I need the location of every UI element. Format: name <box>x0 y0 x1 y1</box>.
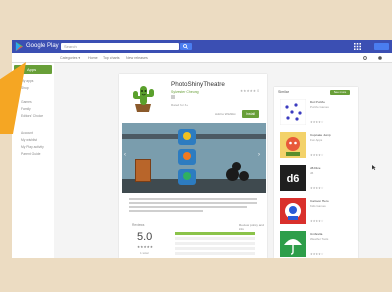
nav-top-charts[interactable]: Top charts <box>103 55 120 61</box>
cactus-app-icon <box>133 86 154 112</box>
similar-heading: Similar <box>278 90 289 94</box>
similar-app-item[interactable]: d6 d6 Dice d6 ★★★★☆ <box>280 165 354 195</box>
similar-app-item[interactable]: Cartoon Hero Kids Games ★★★★☆ <box>280 198 354 228</box>
reviews-heading: Reviews <box>132 223 145 227</box>
similar-app-developer: Fun Apps <box>310 138 323 142</box>
sidebar-item-wishlist[interactable]: My wishlist <box>21 138 37 142</box>
help-icon[interactable] <box>378 56 382 60</box>
screenshot-tile-dot <box>183 152 191 160</box>
add-to-wishlist-button[interactable]: Add to Wishlist <box>215 111 237 118</box>
settings-gear-icon[interactable] <box>363 56 367 60</box>
app-star-rating: ★★★★★ 0 <box>240 89 260 93</box>
screenshot-bomb <box>232 162 241 171</box>
cartoon-hero-icon <box>280 198 306 224</box>
screenshot-tile-dot <box>183 172 191 180</box>
similar-app-item[interactable]: Umbrella Weather Tools ★★★★☆ <box>280 231 354 258</box>
similar-apps-panel: Similar See more Dot Puzzle Puzzle Games… <box>274 87 358 258</box>
screenshot-tile-dot <box>183 132 191 140</box>
similar-app-name: Umbrella <box>310 232 323 236</box>
similar-app-developer: d6 <box>310 171 314 175</box>
rating-score: 5.0 <box>137 231 153 243</box>
browser-screen: Google Play Search Categories ▾ Home Top… <box>12 40 392 258</box>
search-button[interactable] <box>180 43 192 50</box>
category-bar: Categories ▾ Home Top charts New release… <box>12 53 392 63</box>
see-more-button[interactable]: See more <box>330 90 350 95</box>
apps-grid-icon[interactable] <box>354 43 361 50</box>
sidebar-item-parent-guide[interactable]: Parent Guide <box>21 152 40 156</box>
similar-app-developer: Puzzle Games <box>310 105 329 109</box>
umbrella-icon <box>280 231 306 257</box>
search-icon <box>183 44 188 49</box>
description-line <box>129 202 257 204</box>
similar-app-stars: ★★★★☆ <box>310 120 324 124</box>
app-developer-link[interactable]: Sylvester Cheung <box>171 90 199 94</box>
similar-app-developer: Kids Games <box>310 204 326 208</box>
similar-app-name: Cartoon Hero <box>310 199 329 203</box>
character-game-icon <box>280 132 306 158</box>
screenshot-crate <box>135 159 151 182</box>
sidebar-item-play-activity[interactable]: My Play activity <box>21 145 44 149</box>
description-line <box>129 198 257 200</box>
screenshot-bomb <box>239 171 249 181</box>
screenshot-next-icon[interactable]: › <box>258 152 260 158</box>
screenshot-tile <box>178 149 196 165</box>
top-bar: Google Play Search <box>12 40 392 53</box>
similar-app-stars: ★★★★☆ <box>310 153 324 157</box>
sidebar-item-shop[interactable]: Shop <box>21 86 29 90</box>
screenshot-tile <box>178 129 196 145</box>
app-screenshot[interactable]: ‹ › <box>122 123 266 193</box>
mouse-cursor-icon <box>372 165 376 170</box>
similar-app-stars: ★★★★☆ <box>310 186 324 190</box>
similar-app-item[interactable]: Dot Puzzle Puzzle Games ★★★★☆ <box>280 99 354 129</box>
similar-app-name: Cupcake Jump <box>310 133 331 137</box>
description-line <box>129 206 247 208</box>
similar-app-name: d6 Dice <box>310 166 321 170</box>
similar-app-stars: ★★★★☆ <box>310 252 324 256</box>
description-line <box>129 210 203 212</box>
categories-dropdown[interactable]: Categories ▾ <box>60 55 80 61</box>
svg-text:d6: d6 <box>287 173 300 185</box>
review-policy-link[interactable]: Review policy and info <box>239 223 267 231</box>
rating-stars: ★★★★★ <box>137 245 154 249</box>
rating-bar-track <box>175 247 255 250</box>
sidebar-item-account[interactable]: Account <box>21 131 33 135</box>
rating-count: 1 total <box>140 251 149 255</box>
search-input[interactable]: Search <box>61 43 179 50</box>
rating-bar-track <box>175 242 255 245</box>
sidebar-item-apps-label: Apps <box>27 67 37 72</box>
nav-new-releases[interactable]: New releases <box>126 55 148 61</box>
dots-puzzle-icon <box>280 99 306 125</box>
install-button[interactable]: Install <box>242 110 259 118</box>
google-play-brand[interactable]: Google Play <box>26 42 59 51</box>
screenshot-prev-icon[interactable]: ‹ <box>124 152 126 158</box>
rating-bar-track <box>175 232 255 235</box>
similar-app-item[interactable]: Cupcake Jump Fun Apps ★★★★☆ <box>280 132 354 162</box>
google-play-logo-icon[interactable] <box>15 42 24 51</box>
rating-bar-fill <box>175 232 255 235</box>
similar-app-developer: Weather Tools <box>310 237 329 241</box>
search-placeholder: Search <box>64 44 77 49</box>
rating-bar-track <box>175 252 255 255</box>
rating-bar-track <box>175 237 255 240</box>
content-rating-badge <box>171 95 175 99</box>
screenshot-tile <box>178 169 196 185</box>
sign-in-button[interactable] <box>374 43 389 50</box>
app-details-card: PhotoShinyTheatre Sylvester Cheung Rated… <box>119 74 267 258</box>
app-content-rating: Rated for 3+ <box>171 103 189 107</box>
similar-app-name: Dot Puzzle <box>310 100 325 104</box>
app-title: PhotoShinyTheatre <box>171 81 225 88</box>
nav-home[interactable]: Home <box>88 55 98 61</box>
sidebar-item-my-apps[interactable]: My apps <box>21 79 33 83</box>
sidebar-item-editors-choice[interactable]: Editors' Choice <box>21 114 43 118</box>
sidebar-item-games[interactable]: Games <box>21 100 32 104</box>
d6-icon: d6 <box>280 165 306 191</box>
sidebar-item-family[interactable]: Family <box>21 107 31 111</box>
similar-app-stars: ★★★★☆ <box>310 219 324 223</box>
